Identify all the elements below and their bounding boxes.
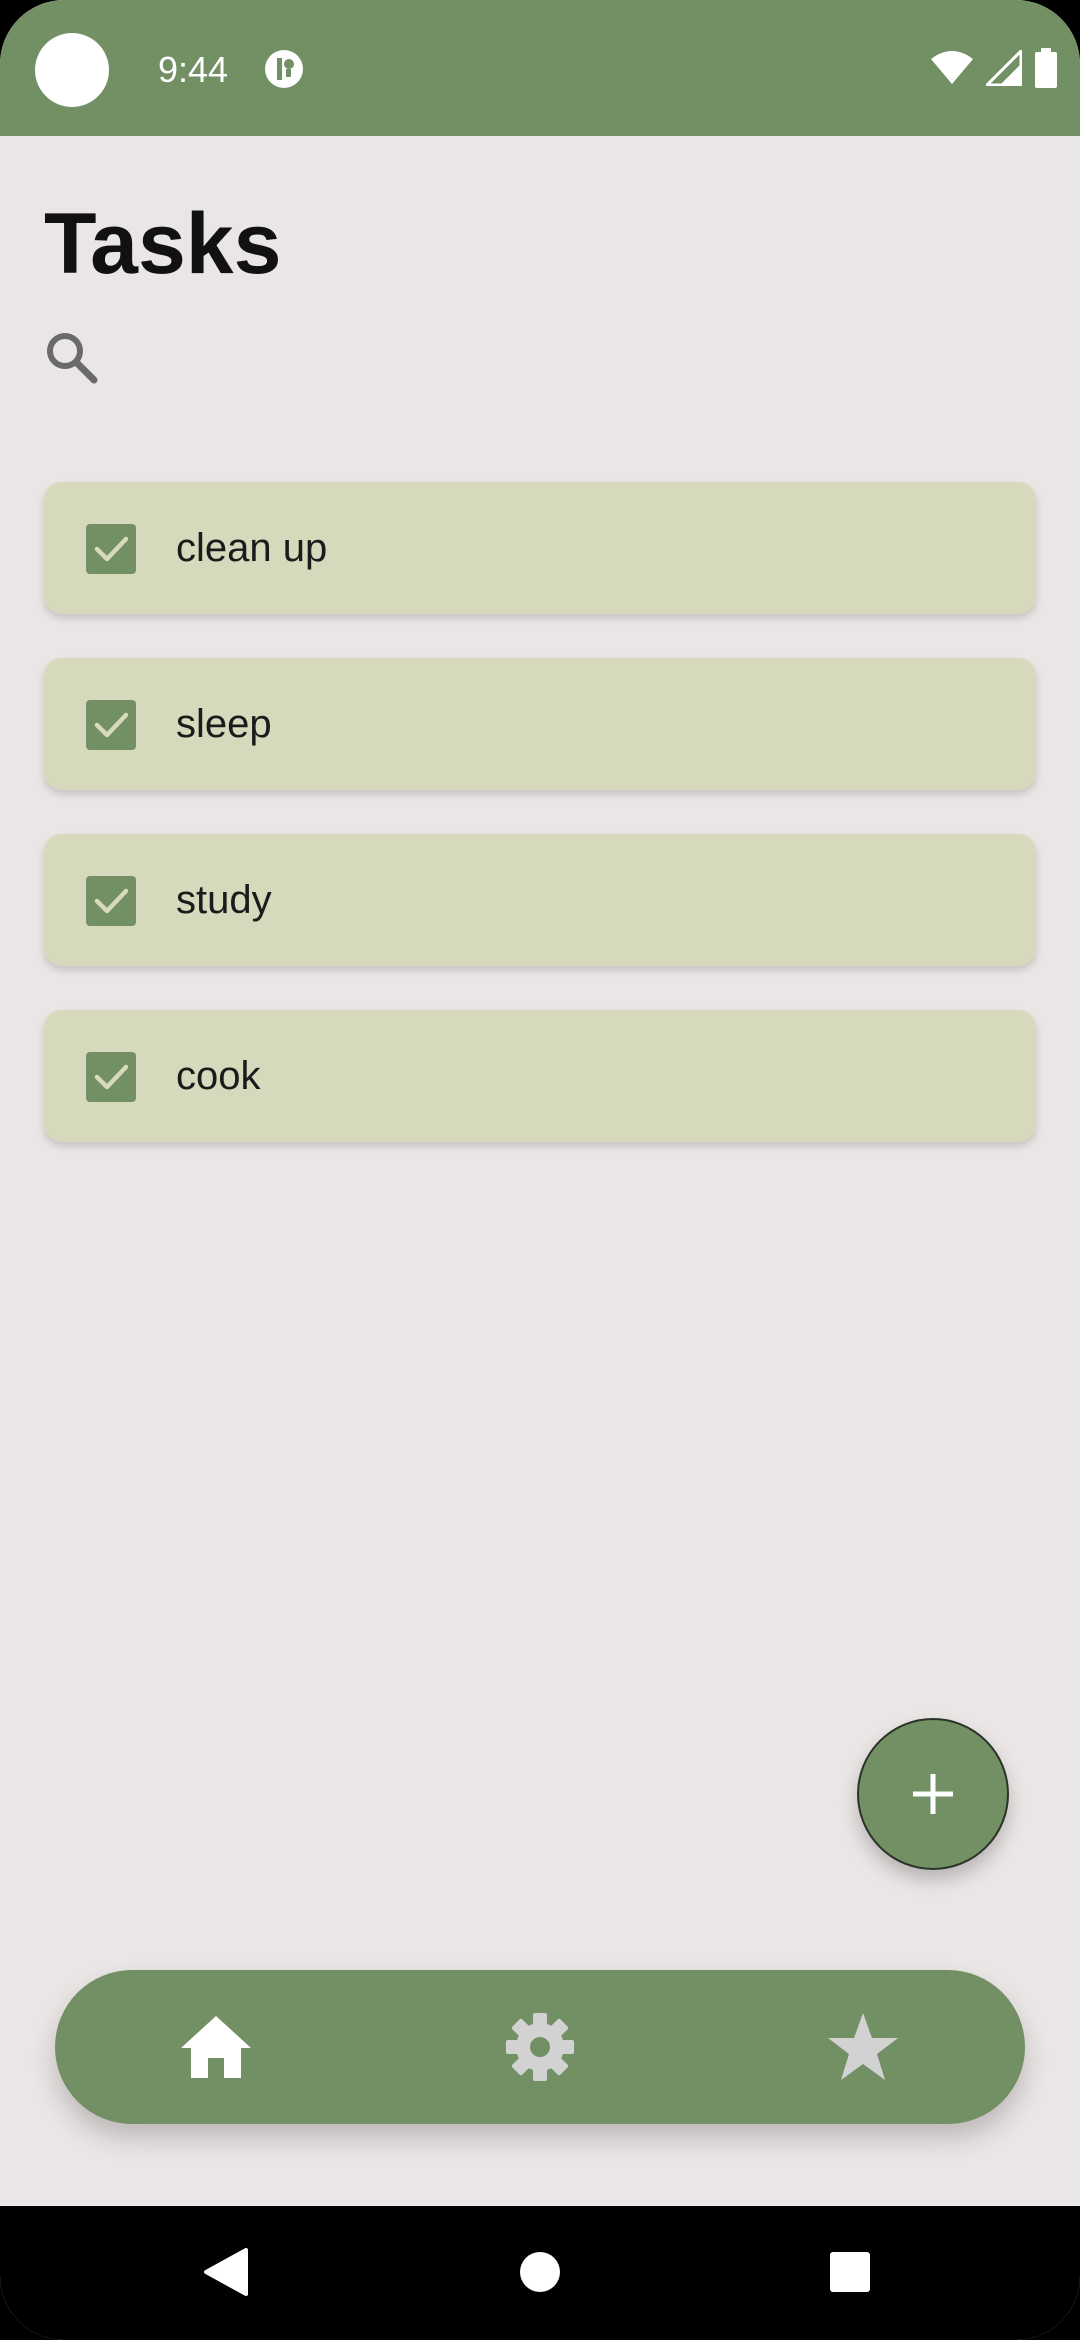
cell-signal-icon <box>986 50 1022 86</box>
add-task-button[interactable] <box>857 1718 1009 1870</box>
system-back-button[interactable] <box>186 2232 266 2312</box>
task-item[interactable]: sleep <box>44 658 1036 790</box>
task-item[interactable]: clean up <box>44 482 1036 614</box>
nav-favorites[interactable] <box>813 1997 913 2097</box>
app-screen: 9:44 Tasks clean up sleep study cook <box>0 0 1080 2340</box>
camera-dot <box>35 33 109 107</box>
task-checkbox[interactable] <box>86 876 136 926</box>
plus-icon <box>913 1774 953 1814</box>
check-icon <box>94 712 129 738</box>
task-label: clean up <box>176 526 328 570</box>
system-recents-button[interactable] <box>810 2232 890 2312</box>
task-list: clean up sleep study cook <box>44 482 1036 1186</box>
page-title: Tasks <box>44 196 282 292</box>
task-label: sleep <box>176 702 272 746</box>
recents-icon <box>830 2252 870 2292</box>
bottom-nav <box>55 1970 1025 2124</box>
system-home-button[interactable] <box>500 2232 580 2312</box>
check-icon <box>94 888 129 914</box>
check-icon <box>94 536 129 562</box>
search-icon <box>47 333 98 384</box>
back-icon <box>204 2248 248 2296</box>
gear-icon <box>506 2013 574 2081</box>
task-checkbox[interactable] <box>86 1052 136 1102</box>
search-button[interactable] <box>40 326 104 390</box>
home-icon <box>181 2016 251 2078</box>
battery-icon <box>1035 48 1057 88</box>
app-notification-icon <box>264 49 304 89</box>
status-icons <box>930 46 1058 90</box>
task-checkbox[interactable] <box>86 700 136 750</box>
nav-home[interactable] <box>166 1997 266 2097</box>
nav-settings[interactable] <box>490 1997 590 2097</box>
status-bar: 9:44 <box>0 0 1080 136</box>
wifi-icon <box>931 51 973 84</box>
task-item[interactable]: study <box>44 834 1036 966</box>
task-label: cook <box>176 1054 261 1098</box>
system-nav-bar <box>0 2206 1080 2340</box>
task-checkbox[interactable] <box>86 524 136 574</box>
star-icon <box>828 2013 898 2080</box>
task-label: study <box>176 878 272 922</box>
home-circle-icon <box>520 2252 560 2292</box>
status-time: 9:44 <box>158 49 229 90</box>
task-item[interactable]: cook <box>44 1010 1036 1142</box>
check-icon <box>94 1064 129 1090</box>
